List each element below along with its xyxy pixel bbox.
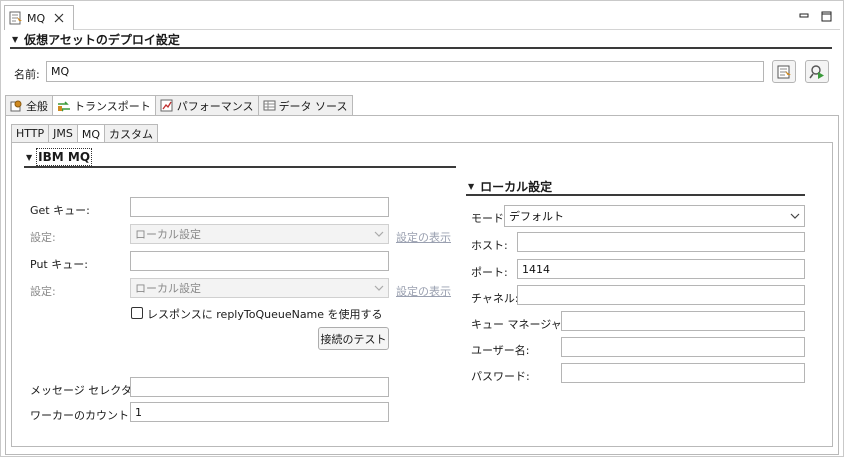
get-queue-input[interactable]: [130, 197, 389, 217]
run-asset-button[interactable]: [805, 60, 829, 83]
maximize-icon[interactable]: [821, 11, 832, 22]
username-input[interactable]: [561, 337, 805, 357]
reply-to-queue-label: レスポンスに replyToQueueName を使用する: [147, 308, 383, 321]
tab-jms[interactable]: JMS: [48, 124, 78, 142]
deploy-icon: [777, 65, 791, 78]
tab-http[interactable]: HTTP: [11, 124, 50, 142]
get-setting-label: 設定:: [30, 231, 56, 244]
sub-tab-bar: HTTP JMS MQ カスタム: [11, 124, 159, 143]
tab-performance[interactable]: パフォーマンス: [154, 95, 259, 115]
transport-icon: [58, 100, 70, 112]
name-input[interactable]: MQ: [46, 61, 764, 82]
username-label: ユーザー名:: [471, 344, 530, 357]
local-settings-header[interactable]: ▼ ローカル設定: [468, 178, 552, 195]
put-show-settings-link[interactable]: 設定の表示: [396, 283, 451, 299]
worker-count-input[interactable]: 1: [130, 402, 389, 422]
name-label: 名前:: [14, 68, 40, 81]
queue-manager-input[interactable]: [561, 311, 805, 331]
performance-chart-icon: [160, 99, 173, 112]
local-settings-rule: [466, 194, 805, 196]
editor-tab-title: MQ: [27, 11, 46, 25]
get-setting-select[interactable]: ローカル設定: [130, 224, 389, 244]
reply-to-queue-checkbox[interactable]: [131, 307, 143, 319]
host-label: ホスト:: [471, 239, 508, 252]
get-queue-label: Get キュー:: [30, 204, 90, 217]
message-selector-input[interactable]: [130, 377, 389, 397]
port-label: ポート:: [471, 266, 508, 279]
password-input[interactable]: [561, 363, 805, 383]
mode-label: モード:: [471, 212, 508, 225]
put-queue-label: Put キュー:: [30, 258, 88, 271]
collapse-triangle-icon: ▼: [468, 182, 475, 191]
search-run-icon: [809, 64, 824, 79]
virtual-asset-icon: [9, 11, 22, 25]
gear-icon: [10, 100, 22, 112]
collapse-triangle-icon: ▼: [12, 35, 19, 44]
tab-data-source[interactable]: データ ソース: [257, 95, 353, 115]
put-setting-label: 設定:: [30, 285, 56, 298]
test-connection-button[interactable]: 接続のテスト: [318, 327, 389, 350]
editor-tab-baseline: [74, 29, 840, 30]
mode-select[interactable]: デフォルト: [504, 205, 805, 227]
ibm-mq-header[interactable]: ▼ IBM MQ: [26, 148, 93, 166]
port-input[interactable]: 1414: [517, 259, 805, 279]
chevron-down-icon: [374, 231, 384, 237]
tab-custom[interactable]: カスタム: [104, 124, 159, 142]
chevron-down-icon: [374, 285, 384, 291]
put-setting-select[interactable]: ローカル設定: [130, 278, 389, 298]
host-input[interactable]: [517, 232, 805, 252]
tab-transport[interactable]: トランスポート: [52, 95, 156, 116]
chevron-down-icon: [790, 213, 800, 219]
minimize-icon[interactable]: [799, 11, 809, 21]
deploy-asset-button[interactable]: [772, 60, 796, 83]
ibm-mq-rule: [24, 166, 456, 168]
put-queue-input[interactable]: [130, 251, 389, 271]
main-tab-bar: 全般 トランスポート パフォーマンス データ ソース: [5, 95, 353, 116]
collapse-triangle-icon: ▼: [26, 152, 33, 162]
editor-tab[interactable]: MQ: [4, 5, 74, 30]
table-icon: [263, 100, 276, 111]
password-label: パスワード:: [471, 370, 530, 383]
tab-general[interactable]: 全般: [5, 95, 53, 115]
close-icon[interactable]: [53, 12, 65, 24]
tab-mq[interactable]: MQ: [76, 124, 106, 143]
channel-label: チャネル:: [471, 292, 519, 305]
channel-input[interactable]: [517, 285, 805, 305]
worker-count-label: ワーカーのカウント:: [30, 409, 133, 422]
deploy-settings-header[interactable]: ▼ 仮想アセットのデプロイ設定: [12, 31, 180, 48]
get-show-settings-link[interactable]: 設定の表示: [396, 229, 451, 245]
section-rule: [10, 47, 832, 49]
